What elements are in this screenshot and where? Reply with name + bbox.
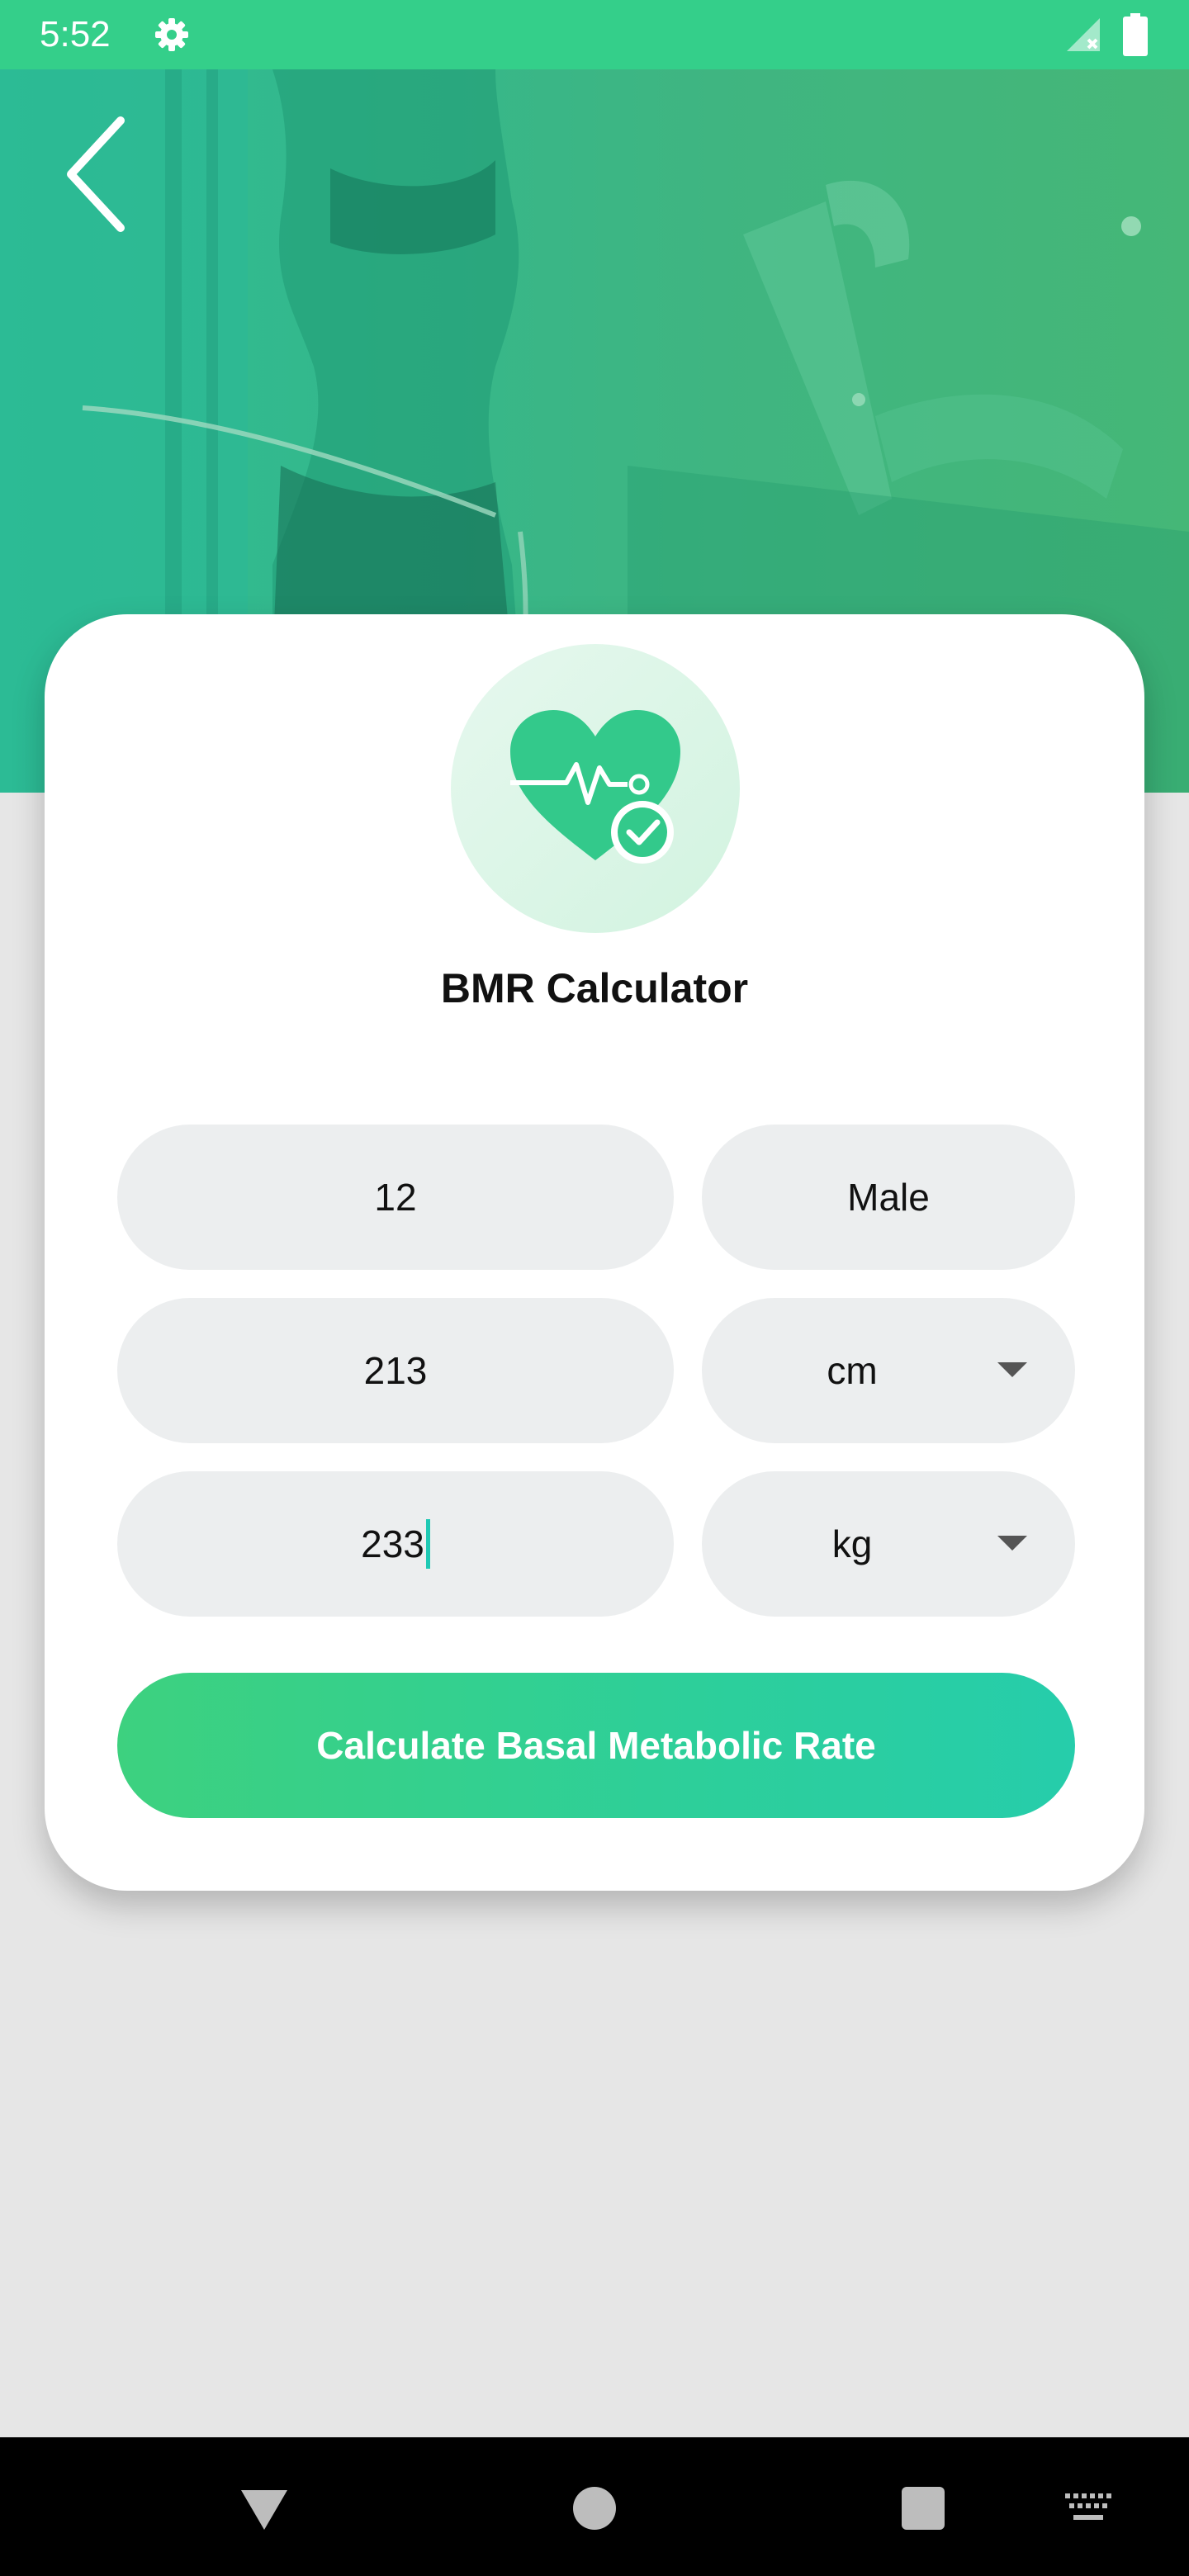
height-value: 213 bbox=[363, 1349, 428, 1392]
nav-home-icon[interactable] bbox=[573, 2487, 616, 2530]
text-cursor bbox=[425, 1519, 430, 1569]
gender-value: Male bbox=[847, 1176, 930, 1219]
status-time: 5:52 bbox=[40, 14, 111, 54]
height-input[interactable]: 213 bbox=[117, 1298, 674, 1443]
signal-icon bbox=[1067, 18, 1100, 51]
page-title: BMR Calculator bbox=[440, 965, 749, 1011]
age-value: 12 bbox=[374, 1176, 417, 1219]
heart-pulse-check-icon bbox=[510, 710, 680, 864]
chevron-down-icon bbox=[997, 1362, 1027, 1377]
weight-value: 233 bbox=[361, 1522, 424, 1565]
keyboard-icon[interactable] bbox=[1065, 2493, 1111, 2523]
weight-input[interactable]: 233 bbox=[117, 1471, 674, 1617]
age-input[interactable]: 12 bbox=[117, 1125, 674, 1270]
weight-unit-value: kg bbox=[831, 1522, 873, 1565]
gender-select[interactable]: Male bbox=[702, 1125, 1075, 1270]
chevron-down-icon bbox=[997, 1536, 1027, 1551]
nav-recents-icon[interactable] bbox=[902, 2487, 945, 2530]
system-nav-bar bbox=[0, 2437, 1189, 2576]
calculate-button-label: Calculate Basal Metabolic Rate bbox=[316, 1724, 876, 1767]
battery-icon bbox=[1123, 13, 1148, 56]
gear-icon bbox=[155, 18, 188, 51]
weight-unit-dropdown[interactable]: kg bbox=[702, 1471, 1075, 1617]
calculate-button[interactable]: Calculate Basal Metabolic Rate bbox=[117, 1673, 1075, 1818]
nav-back-icon[interactable] bbox=[239, 2488, 289, 2531]
logo-badge bbox=[451, 644, 740, 933]
status-bar: 5:52 bbox=[0, 0, 1189, 69]
chevron-left-icon[interactable] bbox=[58, 112, 140, 236]
height-unit-dropdown[interactable]: cm bbox=[702, 1298, 1075, 1443]
height-unit-value: cm bbox=[827, 1349, 878, 1392]
bmr-calculator-card: BMR Calculator 12 Male 213 cm 233 kg Cal… bbox=[45, 614, 1144, 1891]
